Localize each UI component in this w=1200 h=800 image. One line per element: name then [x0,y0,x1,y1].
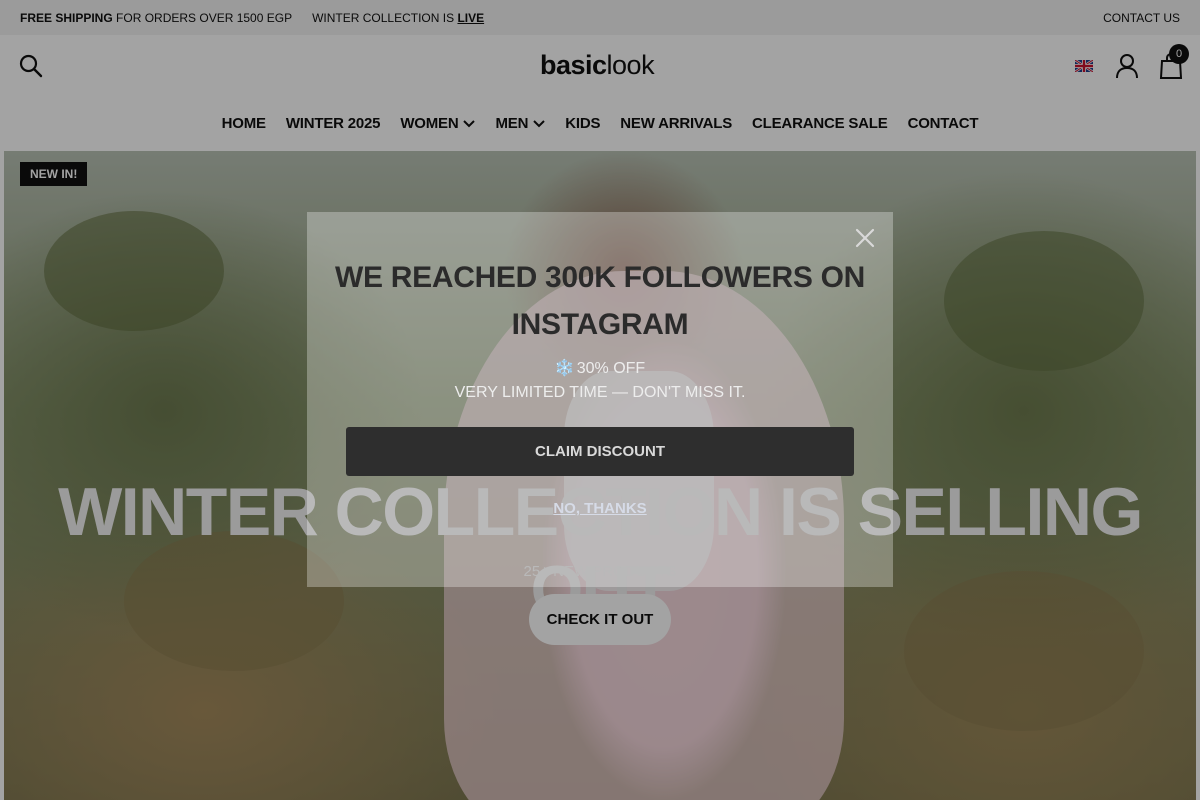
popup-title-line1: WE REACHED 300K FOLLOWERS ON [335,261,865,294]
popup-description: VERY LIMITED TIME — DON'T MISS IT. [454,384,746,401]
popup-discount: ❄️ 30% OFF [307,358,893,378]
snowflake-icon: ❄️ [554,360,575,377]
no-thanks-link[interactable]: NO, THANKS [307,500,893,517]
promo-popup: WE REACHED 300K FOLLOWERS ON INSTAGRAM ❄… [307,212,893,587]
popup-discount-text: 30% OFF [576,360,646,377]
popup-title: WE REACHED 300K FOLLOWERS ON INSTAGRAM [307,254,893,348]
popup-title-line2: INSTAGRAM [511,308,689,341]
claim-discount-button[interactable]: CLAIM DISCOUNT [346,427,854,476]
close-icon[interactable] [853,226,877,250]
